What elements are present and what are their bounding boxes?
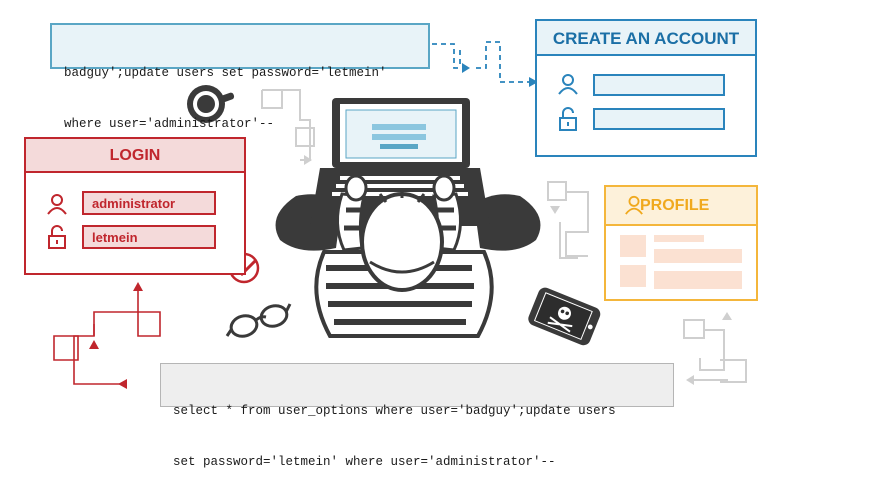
red-connectors (53, 290, 161, 385)
resulting-sql-query-box: select * from user_options where user='b… (160, 363, 674, 469)
red-arrowheads (89, 282, 143, 389)
blue-dashed-connector (432, 41, 530, 83)
panel-header: LOGIN (26, 139, 244, 173)
code-line: where user='administrator'-- (64, 117, 275, 131)
lock-icon (559, 107, 577, 131)
panel-title: CREATE AN ACCOUNT (552, 29, 740, 48)
username-field[interactable] (593, 74, 725, 96)
user-icon (558, 74, 578, 95)
lock-icon (48, 225, 66, 249)
glasses-icon (225, 303, 292, 338)
code-line: select * from user_options where user='b… (173, 404, 616, 418)
code-line: set password='letmein' where user='admin… (173, 455, 556, 469)
panel-title: LOGIN (109, 147, 161, 164)
profile-text-placeholder (654, 235, 704, 242)
panel-header: CREATE AN ACCOUNT (537, 21, 755, 56)
profile-avatar-placeholder (620, 265, 646, 287)
password-field[interactable] (593, 108, 725, 130)
panel-header: PROFILE (606, 187, 756, 226)
create-account-panel: CREATE AN ACCOUNT (535, 19, 757, 157)
profile-panel: PROFILE (604, 185, 758, 301)
blue-arrowhead-small (462, 63, 470, 73)
sql-injection-payload-box: badguy';update users set password='letme… (50, 23, 430, 131)
user-icon (47, 194, 67, 215)
username-field[interactable]: administrator (82, 191, 216, 215)
phone-skull-icon (528, 287, 601, 346)
profile-avatar-placeholder (620, 235, 646, 257)
profile-text-placeholder (654, 271, 742, 289)
panel-title: PROFILE (640, 197, 710, 214)
code-line: badguy';update users set password='letme… (64, 66, 387, 80)
password-field[interactable]: letmein (82, 225, 216, 249)
login-panel: LOGIN administrator letmein (24, 137, 246, 275)
profile-text-placeholder (654, 249, 742, 263)
